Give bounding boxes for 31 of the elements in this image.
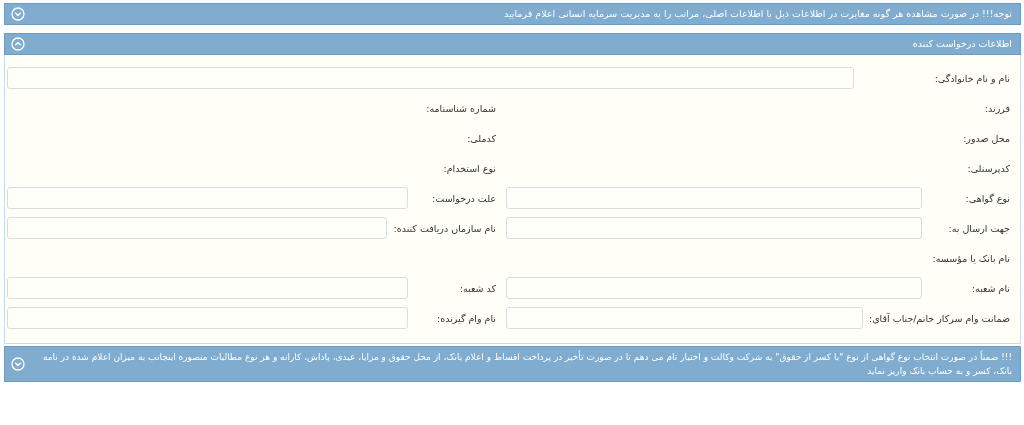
input-field[interactable] xyxy=(506,307,863,329)
field-label: ضمانت وام سرکار خانم/جناب آقای: xyxy=(867,312,1010,324)
field-label: نام و نام خانوادگی: xyxy=(933,72,1010,84)
field-label: محل صدور: xyxy=(962,132,1010,144)
field-label: کدپرسنلی: xyxy=(966,162,1010,174)
field-label: نوع استخدام: xyxy=(442,162,496,174)
field-label: نام شعبه: xyxy=(970,282,1010,294)
field-label: علت درخواست: xyxy=(431,192,496,204)
field-label: نام وام گیرنده: xyxy=(436,312,496,324)
field-label: شماره شناسنامه: xyxy=(425,102,496,114)
input-field[interactable] xyxy=(7,187,408,209)
field-label: کد شعبه: xyxy=(458,282,496,294)
input-field[interactable] xyxy=(506,187,922,209)
input-field[interactable] xyxy=(7,307,408,329)
section-header[interactable]: اطلاعات درخواست کننده xyxy=(4,33,1021,55)
chevron-down-icon[interactable] xyxy=(11,357,25,371)
input-field[interactable] xyxy=(7,217,388,239)
chevron-up-icon[interactable] xyxy=(11,37,25,51)
field-label: جهت ارسال به: xyxy=(947,222,1010,234)
input-field[interactable] xyxy=(7,277,408,299)
input-field[interactable] xyxy=(7,67,854,89)
notice-bar: !!! ضمناً در صورت انتخاب نوع گواهی از نوع "با کسر از حقوق" به شرکت وکالت و اختیار تام می دهم تا در صورت تأخیر در پرداخت اقساط و اعلام بانک، از محل حقوق و مزایا، عیدی، پاداش، کارانه و هر نوع مطالبات منصوره اینجانب به میزان اعلام شده در نامه بانک، کسر و به حساب بانک واریز نماید xyxy=(4,346,1021,382)
field-label: نوع گواهی: xyxy=(964,192,1010,204)
input-field[interactable] xyxy=(506,277,922,299)
field-label: نام سازمان دریافت کننده: xyxy=(392,222,496,234)
field-label: کدملی: xyxy=(466,132,496,144)
chevron-down-icon[interactable] xyxy=(11,7,25,21)
notice-bar: توجه!!! در صورت مشاهده هر گونه مغایرت در اطلاعات ذیل با اطلاعات اصلی، مراتب را به مدیریت سرمایه انسانی اعلام فرمایید xyxy=(4,3,1021,25)
input-field[interactable] xyxy=(506,217,922,239)
field-label: فرزند: xyxy=(983,102,1010,114)
field-label: نام بانک یا مؤسسه: xyxy=(931,252,1010,264)
